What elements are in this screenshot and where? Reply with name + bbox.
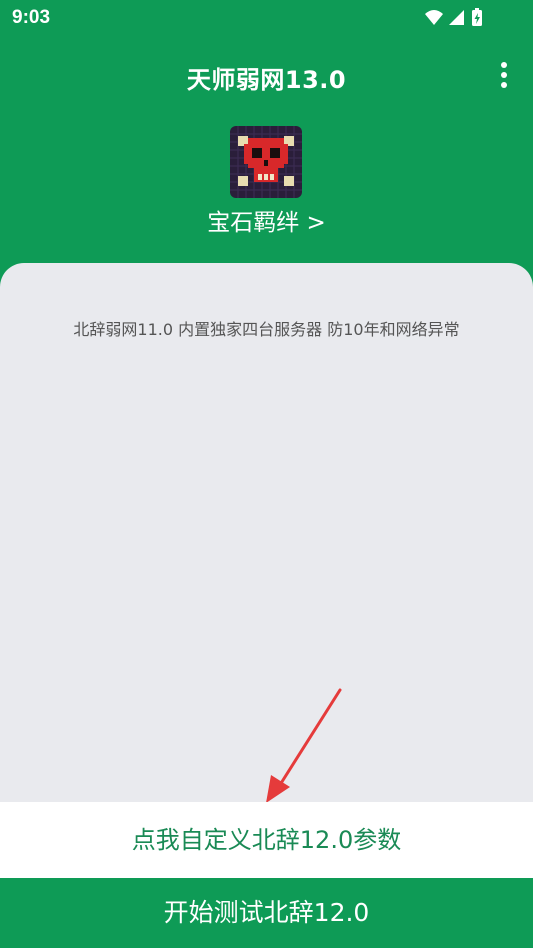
wifi-icon	[425, 10, 443, 25]
status-bar: 9:03	[0, 0, 533, 36]
status-time: 9:03	[12, 7, 51, 28]
signal-icon	[449, 10, 464, 25]
start-test-button[interactable]: 开始测试北辞12.0	[0, 878, 533, 948]
custom-params-button[interactable]: 点我自定义北辞12.0参数	[0, 802, 533, 878]
app-title: 天师弱网13.0	[186, 66, 347, 94]
card-description: 北辞弱网11.0 内置独家四台服务器 防10年和网络异常	[73, 320, 460, 339]
more-options-icon[interactable]	[497, 62, 511, 94]
skull-icon[interactable]	[230, 126, 302, 198]
content-card	[0, 263, 533, 802]
status-icons	[425, 8, 482, 26]
app-screen: 9:03 天师弱网13.0 宝石羁绊 > 北辞弱网11.0 内置独家四台服务器 …	[0, 0, 533, 948]
gem-bond-link[interactable]: 宝石羁绊 >	[0, 203, 533, 237]
